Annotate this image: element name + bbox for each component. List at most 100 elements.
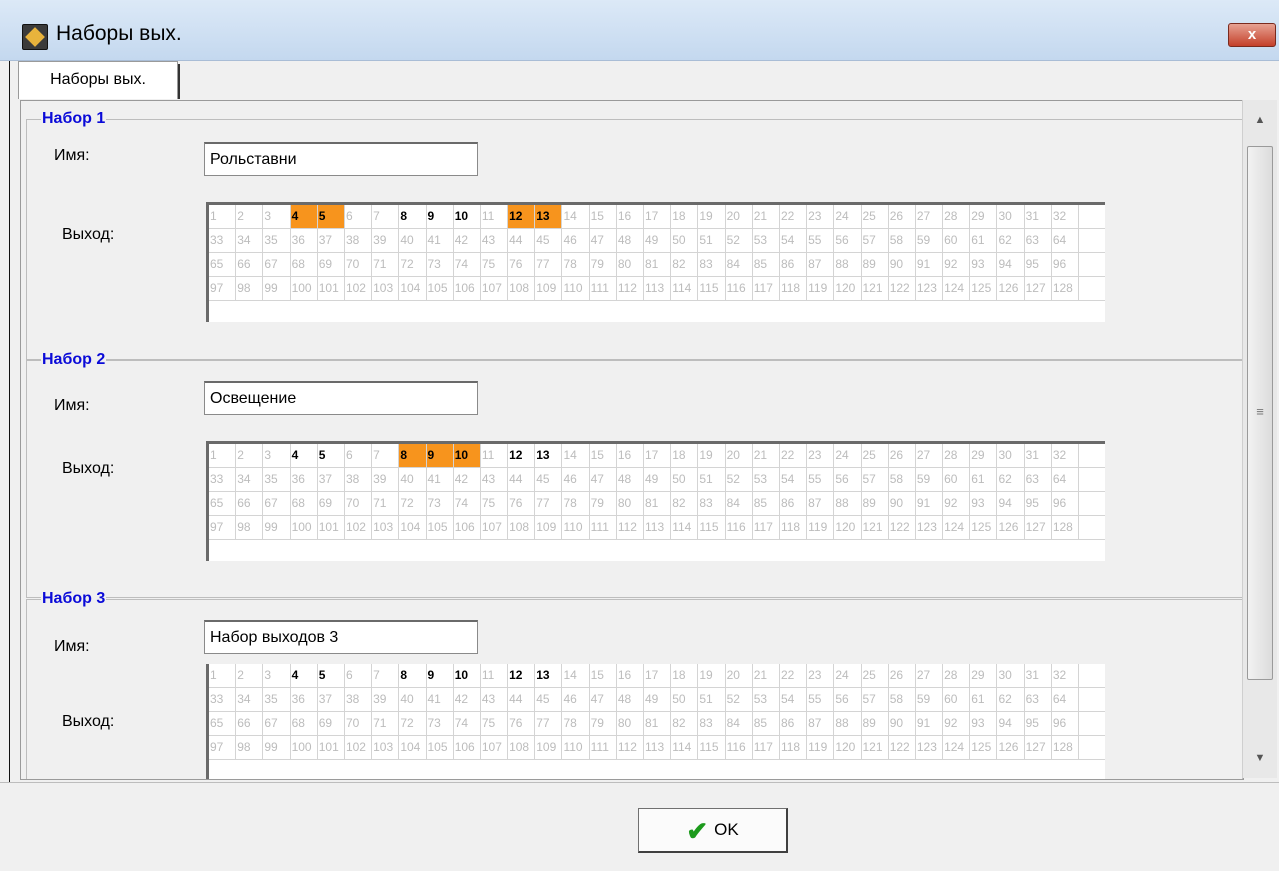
output-cell-71[interactable]: 71: [372, 712, 400, 735]
output-cell-70[interactable]: 70: [345, 712, 373, 735]
output-cell-12[interactable]: 12: [508, 444, 536, 467]
output-cell-15[interactable]: 15: [590, 444, 617, 467]
output-cell-17[interactable]: 17: [644, 664, 672, 687]
output-cell-91[interactable]: 91: [916, 712, 944, 735]
output-cell-96[interactable]: 96: [1052, 712, 1079, 735]
output-cell-79[interactable]: 79: [590, 253, 617, 276]
output-cell-87[interactable]: 87: [807, 253, 835, 276]
output-cell-32[interactable]: 32: [1052, 444, 1079, 467]
output-cell-2[interactable]: 2: [236, 444, 264, 467]
output-cell-4[interactable]: 4: [291, 664, 318, 687]
output-cell-48[interactable]: 48: [617, 229, 644, 252]
output-cell-90[interactable]: 90: [889, 492, 916, 515]
output-cell-112[interactable]: 112: [617, 277, 644, 300]
output-cell-63[interactable]: 63: [1025, 468, 1052, 491]
output-cell-110[interactable]: 110: [562, 516, 590, 539]
output-cell-102[interactable]: 102: [345, 516, 373, 539]
output-cell-51[interactable]: 51: [698, 229, 726, 252]
output-cell-113[interactable]: 113: [644, 277, 672, 300]
output-cell-1[interactable]: 1: [209, 205, 237, 228]
output-cell-59[interactable]: 59: [916, 468, 944, 491]
output-cell-36[interactable]: 36: [291, 688, 318, 711]
output-cell-91[interactable]: 91: [916, 492, 944, 515]
output-cell-93[interactable]: 93: [970, 712, 998, 735]
output-cell-59[interactable]: 59: [916, 688, 944, 711]
output-cell-55[interactable]: 55: [807, 468, 835, 491]
output-cell-62[interactable]: 62: [997, 688, 1025, 711]
output-cell-103[interactable]: 103: [372, 277, 400, 300]
output-cell-35[interactable]: 35: [263, 468, 291, 491]
output-cell-55[interactable]: 55: [807, 688, 835, 711]
output-cell-64[interactable]: 64: [1052, 229, 1079, 252]
output-cell-100[interactable]: 100: [291, 277, 318, 300]
output-cell-27[interactable]: 27: [916, 664, 944, 687]
output-cell-16[interactable]: 16: [617, 205, 644, 228]
output-cell-56[interactable]: 56: [834, 468, 862, 491]
output-cell-22[interactable]: 22: [780, 444, 808, 467]
output-cell-47[interactable]: 47: [590, 688, 617, 711]
output-cell-122[interactable]: 122: [889, 277, 916, 300]
output-cell-29[interactable]: 29: [970, 205, 998, 228]
output-cell-61[interactable]: 61: [970, 468, 998, 491]
output-cell-107[interactable]: 107: [481, 516, 509, 539]
output-cell-42[interactable]: 42: [454, 688, 481, 711]
output-cell-44[interactable]: 44: [508, 468, 536, 491]
output-grid[interactable]: 1 2 3 4 5 6 7 8 9 10 11 12 13 14 15 16 17 18 19 20 21 22 23 24 2…: [206, 664, 1105, 779]
output-cell-82[interactable]: 82: [671, 492, 699, 515]
output-cell-22[interactable]: 22: [780, 205, 808, 228]
output-cell-66[interactable]: 66: [236, 492, 264, 515]
output-cell-70[interactable]: 70: [345, 253, 373, 276]
output-cell-68[interactable]: 68: [291, 253, 318, 276]
output-cell-58[interactable]: 58: [889, 688, 916, 711]
output-cell-66[interactable]: 66: [236, 253, 264, 276]
output-cell-46[interactable]: 46: [562, 229, 590, 252]
output-cell-25[interactable]: 25: [862, 444, 889, 467]
output-cell-100[interactable]: 100: [291, 736, 318, 759]
output-cell-69[interactable]: 69: [318, 253, 345, 276]
output-cell-86[interactable]: 86: [780, 492, 808, 515]
output-cell-19[interactable]: 19: [698, 664, 726, 687]
scroll-down-button[interactable]: ▼: [1243, 738, 1277, 778]
output-cell-49[interactable]: 49: [644, 468, 672, 491]
output-cell-39[interactable]: 39: [372, 468, 400, 491]
output-cell-127[interactable]: 127: [1025, 736, 1052, 759]
output-cell-50[interactable]: 50: [671, 229, 699, 252]
output-cell-52[interactable]: 52: [726, 688, 753, 711]
output-cell-114[interactable]: 114: [671, 736, 699, 759]
output-cell-108[interactable]: 108: [508, 516, 536, 539]
output-cell-83[interactable]: 83: [698, 253, 726, 276]
output-cell-28[interactable]: 28: [943, 664, 971, 687]
output-cell-85[interactable]: 85: [753, 253, 780, 276]
output-cell-81[interactable]: 81: [644, 492, 672, 515]
output-cell-67[interactable]: 67: [263, 253, 291, 276]
output-cell-89[interactable]: 89: [862, 253, 889, 276]
close-button[interactable]: x: [1228, 23, 1276, 47]
output-cell-63[interactable]: 63: [1025, 229, 1052, 252]
output-cell-42[interactable]: 42: [454, 468, 481, 491]
output-cell-110[interactable]: 110: [562, 736, 590, 759]
output-cell-74[interactable]: 74: [454, 253, 481, 276]
output-cell-128[interactable]: 128: [1052, 277, 1079, 300]
output-cell-114[interactable]: 114: [671, 277, 699, 300]
output-cell-82[interactable]: 82: [671, 253, 699, 276]
output-cell-125[interactable]: 125: [970, 277, 998, 300]
output-cell-44[interactable]: 44: [508, 688, 536, 711]
ok-button[interactable]: ✔ OK: [638, 808, 788, 853]
output-cell-83[interactable]: 83: [698, 712, 726, 735]
output-cell-90[interactable]: 90: [889, 253, 916, 276]
output-cell-94[interactable]: 94: [997, 712, 1025, 735]
output-cell-104[interactable]: 104: [399, 736, 427, 759]
output-cell-50[interactable]: 50: [671, 688, 699, 711]
output-cell-23[interactable]: 23: [807, 444, 835, 467]
output-cell-37[interactable]: 37: [318, 468, 345, 491]
output-cell-56[interactable]: 56: [834, 688, 862, 711]
output-cell-37[interactable]: 37: [318, 229, 345, 252]
scroll-up-button[interactable]: ▲: [1243, 100, 1277, 140]
output-cell-96[interactable]: 96: [1052, 492, 1079, 515]
output-cell-54[interactable]: 54: [780, 229, 808, 252]
output-cell-10[interactable]: 10: [454, 664, 481, 687]
output-cell-4[interactable]: 4: [290, 205, 318, 228]
output-cell-24[interactable]: 24: [834, 205, 862, 228]
output-cell-62[interactable]: 62: [997, 229, 1025, 252]
output-cell-58[interactable]: 58: [889, 229, 916, 252]
